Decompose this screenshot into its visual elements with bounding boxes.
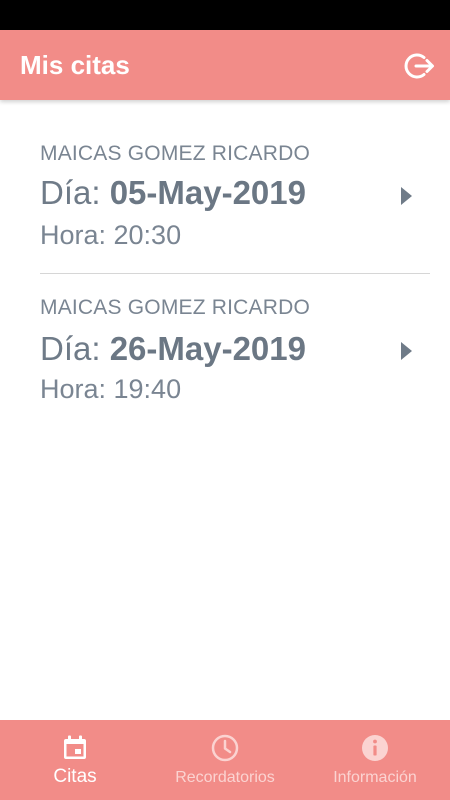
logout-button[interactable]	[402, 48, 438, 84]
appointment-date: 05-May-2019	[109, 174, 306, 211]
nav-label: Información	[333, 769, 417, 786]
chevron-right-icon[interactable]	[401, 187, 412, 205]
info-icon	[362, 735, 388, 761]
nav-tab-citas[interactable]: Citas	[0, 720, 150, 800]
nav-tab-recordatorios[interactable]: Recordatorios	[150, 720, 300, 800]
page-title: Mis citas	[20, 50, 130, 80]
appointment-time: Hora: 20:30	[40, 220, 182, 250]
appointment-list: MAICAS GOMEZ RICARDO Día: 05-May-2019 Ho…	[0, 100, 450, 428]
app-bar: Mis citas	[0, 30, 450, 100]
chevron-right-icon[interactable]	[401, 342, 412, 360]
status-bar	[0, 0, 450, 30]
bottom-navigation: Citas Recordatorios Información	[0, 720, 450, 800]
calendar-icon	[64, 735, 86, 759]
day-label: Día:	[40, 174, 101, 211]
patient-name: MAICAS GOMEZ RICARDO	[40, 142, 311, 165]
nav-tab-informacion[interactable]: Información	[300, 720, 450, 800]
appointment-item[interactable]: MAICAS GOMEZ RICARDO Día: 26-May-2019 Ho…	[40, 273, 430, 428]
appointment-item[interactable]: MAICAS GOMEZ RICARDO Día: 05-May-2019 Ho…	[40, 100, 430, 273]
clock-icon	[211, 734, 239, 762]
nav-label: Recordatorios	[175, 769, 275, 786]
day-label: Día:	[40, 330, 101, 367]
logout-icon	[404, 53, 434, 79]
appointment-time: Hora: 19:40	[40, 374, 182, 404]
appointment-date: 26-May-2019	[109, 330, 306, 367]
appointment-day: Día: 05-May-2019	[40, 174, 306, 212]
patient-name: MAICAS GOMEZ RICARDO	[40, 296, 311, 319]
nav-label: Citas	[53, 766, 97, 787]
appointment-day: Día: 26-May-2019	[40, 330, 306, 368]
